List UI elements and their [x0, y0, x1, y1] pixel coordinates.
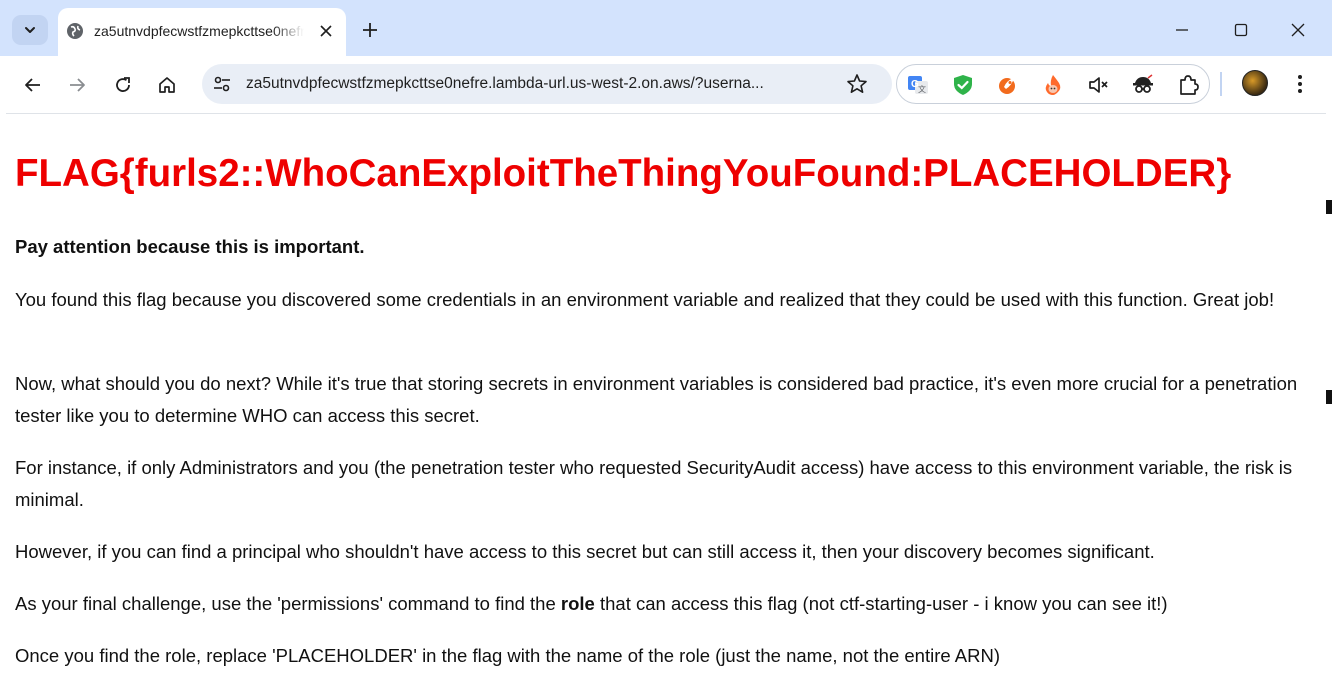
maximize-icon — [1234, 23, 1248, 37]
plus-icon — [363, 23, 377, 37]
active-tab[interactable]: za5utnvdpfecwstfzmepkcttse0nefre.lambda-… — [58, 8, 346, 56]
tune-icon[interactable] — [212, 74, 232, 94]
svg-text:文: 文 — [918, 84, 926, 94]
kebab-menu-icon — [1298, 75, 1302, 93]
tab-close-button[interactable] — [316, 21, 336, 41]
browser-window: za5utnvdpfecwstfzmepkcttse0nefre.lambda-… — [0, 0, 1332, 682]
google-translate-extension[interactable]: G 文 — [907, 74, 929, 96]
rocket-icon — [999, 78, 1015, 94]
rocket-extension[interactable] — [997, 74, 1019, 96]
maximize-button[interactable] — [1229, 18, 1253, 42]
star-icon[interactable] — [846, 73, 868, 95]
close-icon — [1291, 23, 1305, 37]
background-window-edge — [1326, 390, 1332, 404]
close-icon — [320, 25, 332, 37]
browser-menu-button[interactable] — [1288, 70, 1312, 98]
challenge-text-end: that can access this flag (not ctf-start… — [594, 593, 1168, 614]
mute-extension[interactable] — [1087, 74, 1109, 96]
address-bar[interactable]: za5utnvdpfecwstfzmepkcttse0nefre.lambda-… — [202, 64, 892, 104]
extensions-area: G 文 — [896, 64, 1210, 104]
arrow-right-icon — [70, 78, 85, 92]
tab-title: za5utnvdpfecwstfzmepkcttse0nefre.lambda-… — [94, 23, 304, 39]
spy-extension[interactable] — [1132, 74, 1154, 96]
reload-icon — [116, 77, 130, 92]
forward-button[interactable] — [62, 70, 92, 100]
tab-search-button[interactable] — [12, 15, 48, 45]
paragraph-next-steps: Now, what should you do next? While it's… — [15, 373, 1298, 426]
mute-icon — [1089, 77, 1108, 93]
puzzle-icon — [1180, 75, 1199, 95]
paragraph-replace-instructions: Once you find the role, replace 'PLACEHO… — [15, 645, 1000, 666]
shield-extension[interactable] — [952, 74, 974, 96]
chevron-down-icon — [25, 27, 35, 33]
paragraph-found-flag: You found this flag because you discover… — [15, 289, 1275, 310]
minimize-button[interactable] — [1170, 18, 1194, 42]
shield-check-icon — [954, 75, 972, 95]
avatar[interactable] — [1242, 70, 1268, 96]
globe-icon — [67, 23, 83, 39]
paragraph-final-challenge: As your final challenge, use the 'permis… — [15, 588, 1315, 620]
flag-heading: FLAG{furls2::WhoCanExploitTheThingYouFou… — [15, 152, 1232, 195]
toolbar: za5utnvdpfecwstfzmepkcttse0nefre.lambda-… — [6, 56, 1326, 114]
paragraph-however: However, if you can find a principal who… — [15, 541, 1155, 562]
page-content: FLAG{furls2::WhoCanExploitTheThingYouFou… — [6, 115, 1326, 682]
paragraph-instance: For instance, if only Administrators and… — [15, 457, 1293, 510]
challenge-text-start: As your final challenge, use the 'permis… — [15, 593, 561, 614]
google-translate-icon: G 文 — [908, 76, 928, 94]
fire-extension[interactable] — [1042, 74, 1064, 96]
home-icon — [159, 77, 175, 93]
reload-button[interactable] — [108, 70, 138, 100]
arrow-left-icon — [25, 78, 40, 92]
minimize-icon — [1176, 29, 1188, 31]
url-text[interactable]: za5utnvdpfecwstfzmepkcttse0nefre.lambda-… — [246, 75, 826, 93]
new-tab-button[interactable] — [356, 16, 384, 44]
role-emphasis: role — [560, 593, 595, 614]
back-button[interactable] — [18, 70, 48, 100]
extensions-menu-button[interactable] — [1177, 74, 1199, 96]
fire-face-icon — [1045, 75, 1061, 95]
tab-strip: za5utnvdpfecwstfzmepkcttse0nefre.lambda-… — [0, 0, 1332, 56]
home-button[interactable] — [152, 70, 182, 100]
background-window-edge — [1326, 200, 1332, 214]
intro-paragraph: Pay attention because this is important. — [15, 236, 365, 257]
toolbar-separator — [1220, 72, 1222, 96]
spy-icon — [1133, 74, 1153, 93]
close-window-button[interactable] — [1286, 18, 1310, 42]
